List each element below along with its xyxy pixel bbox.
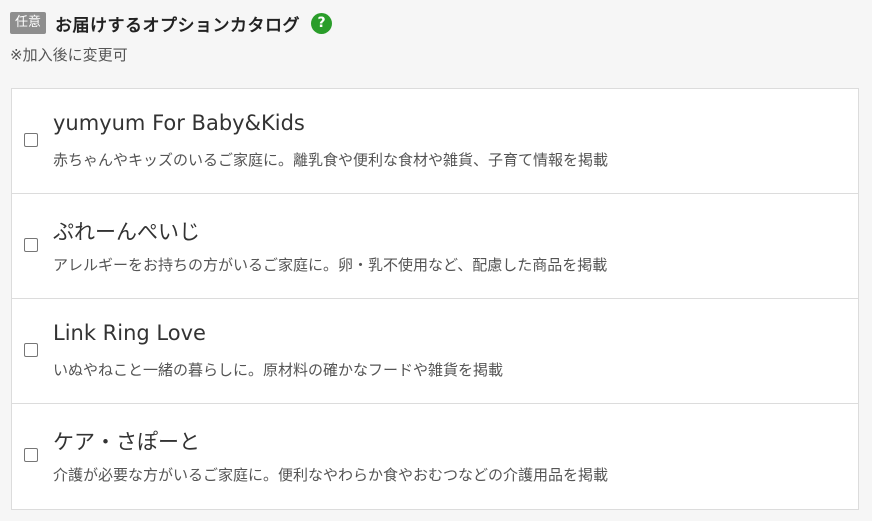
option-checkbox[interactable] (24, 343, 38, 357)
optional-badge: 任意 (10, 12, 47, 34)
option-description: 介護が必要な方がいるご家庭に。便利なやわらか食やおむつなどの介護用品を掲載 (53, 466, 609, 484)
option-name: ぷれーんぺいじ (53, 220, 200, 244)
question-circle-icon[interactable]: ? (311, 12, 333, 34)
option-checkbox[interactable] (24, 238, 38, 252)
option-item-plain-page[interactable]: ぷれーんぺいじ アレルギーをお持ちの方がいるご家庭に。卵・乳不使用など、配慮した… (12, 194, 858, 299)
option-name: ケア・さぽーと (53, 430, 200, 454)
section-header: 任意 お届けするオプションカタログ ? (10, 10, 333, 36)
option-item-link-ring-love[interactable]: Link Ring Love いぬやねこと一緒の暮らしに。原材料の確かなフードや… (12, 299, 858, 404)
option-item-care-support[interactable]: ケア・さぽーと 介護が必要な方がいるご家庭に。便利なやわらか食やおむつなどの介護… (12, 404, 858, 509)
option-name: yumyum For Baby&Kids (53, 111, 305, 135)
option-checkbox[interactable] (24, 133, 38, 147)
catalog-option-list: yumyum For Baby&Kids 赤ちゃんやキッズのいるご家庭に。離乳食… (11, 88, 859, 510)
change-note: ※加入後に変更可 (10, 46, 128, 64)
option-name: Link Ring Love (53, 321, 206, 345)
section-title: お届けするオプションカタログ (55, 15, 301, 36)
option-description: いぬやねこと一緒の暮らしに。原材料の確かなフードや雑貨を掲載 (53, 361, 504, 379)
option-checkbox[interactable] (24, 448, 38, 462)
option-description: アレルギーをお持ちの方がいるご家庭に。卵・乳不使用など、配慮した商品を掲載 (53, 256, 608, 274)
option-item-yumyum[interactable]: yumyum For Baby&Kids 赤ちゃんやキッズのいるご家庭に。離乳食… (12, 89, 858, 194)
option-description: 赤ちゃんやキッズのいるご家庭に。離乳食や便利な食材や雑貨、子育て情報を掲載 (53, 151, 609, 169)
